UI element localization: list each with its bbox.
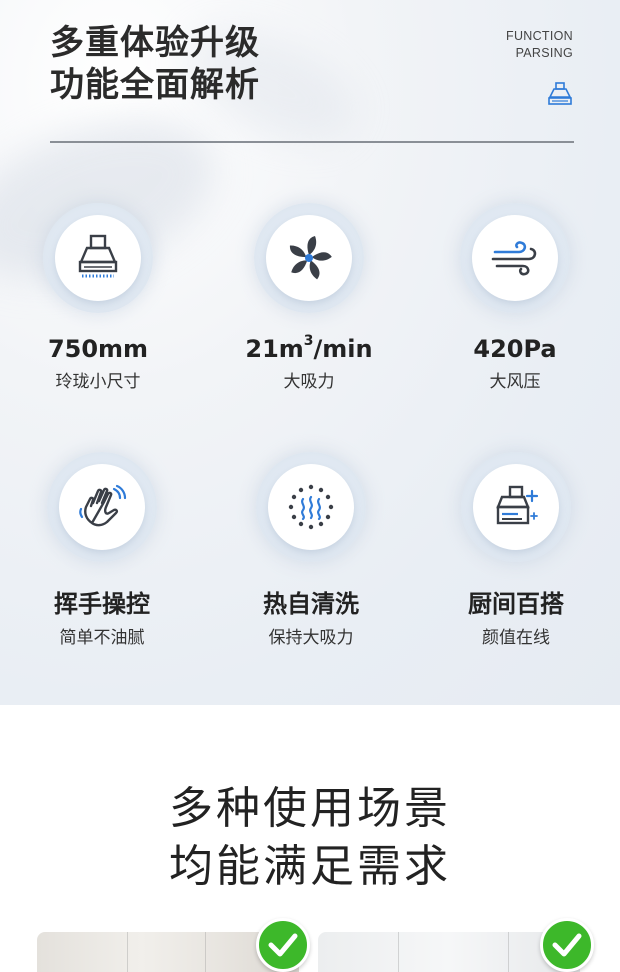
feature-title-tail: /min xyxy=(313,335,373,363)
feature-icon-badge xyxy=(472,215,558,301)
panel-seam xyxy=(127,932,128,972)
tag-line-2: PARSING xyxy=(515,46,573,60)
feature-kitchen-match: 厨间百搭 颜值在线 xyxy=(416,452,616,648)
check-icon xyxy=(256,918,310,972)
feature-icon-badge xyxy=(473,464,559,550)
feature-subtitle: 简单不油腻 xyxy=(59,628,145,648)
feature-title: 厨间百搭 xyxy=(468,590,564,618)
feature-title-superscript: 3 xyxy=(303,333,314,349)
panel-seam xyxy=(508,932,509,972)
check-icon xyxy=(540,918,594,972)
divider xyxy=(50,141,574,143)
feature-title: 热自清洗 xyxy=(263,590,359,618)
function-section: 多重体验升级 功能全面解析 FUNCTION PARSING 750mm 玲珑小… xyxy=(0,0,620,705)
feature-subtitle: 大吸力 xyxy=(283,372,335,392)
feature-icon-badge xyxy=(268,464,354,550)
scenes-title-line-2: 均能满足需求 xyxy=(169,841,451,892)
feature-icon-ring xyxy=(460,203,570,313)
feature-subtitle: 保持大吸力 xyxy=(268,628,354,648)
feature-subtitle: 大风压 xyxy=(489,372,541,392)
section-title: 多重体验升级 功能全面解析 xyxy=(50,22,260,106)
feature-gesture: 挥手操控 简单不油腻 xyxy=(2,452,202,648)
feature-icon-ring xyxy=(461,452,571,562)
range-hood-icon xyxy=(78,234,118,278)
feature-icon-ring xyxy=(43,203,153,313)
range-hood-icon xyxy=(548,82,572,105)
panel-seam xyxy=(398,932,399,972)
feature-icon-badge xyxy=(55,215,141,301)
feature-title: 750mm xyxy=(47,335,149,363)
hand-wave-icon xyxy=(79,484,127,527)
feature-icon-badge xyxy=(266,215,352,301)
heat-clean-icon xyxy=(288,484,334,530)
feature-title-main: 21m xyxy=(245,335,304,363)
feature-size: 750mm 玲珑小尺寸 xyxy=(0,203,198,392)
scenes-title-line-1: 多种使用场景 xyxy=(169,783,451,834)
wind-icon xyxy=(491,241,537,276)
title-line-1: 多重体验升级 xyxy=(50,23,260,63)
fan-icon xyxy=(289,236,332,280)
feature-subtitle: 颜值在线 xyxy=(482,628,550,648)
feature-title: 21m3/min xyxy=(209,333,409,363)
kitchen-match-icon xyxy=(496,485,539,525)
scenes-title: 多种使用场景 均能满足需求 xyxy=(0,780,620,896)
feature-title: 420Pa xyxy=(473,335,557,363)
feature-suction: 21m3/min 大吸力 xyxy=(209,203,409,392)
title-line-2: 功能全面解析 xyxy=(50,65,260,105)
tag-line-1: FUNCTION xyxy=(506,29,573,43)
feature-subtitle: 玲珑小尺寸 xyxy=(55,372,141,392)
feature-title: 挥手操控 xyxy=(54,590,150,618)
feature-pressure: 420Pa 大风压 xyxy=(415,203,615,392)
feature-self-clean: 热自清洗 保持大吸力 xyxy=(211,452,411,648)
feature-icon-ring xyxy=(256,452,366,562)
panel-seam xyxy=(205,932,206,972)
function-tag: FUNCTION PARSING xyxy=(506,28,573,62)
feature-icon-badge xyxy=(59,464,145,550)
feature-icon-ring xyxy=(254,203,364,313)
feature-icon-ring xyxy=(47,452,157,562)
